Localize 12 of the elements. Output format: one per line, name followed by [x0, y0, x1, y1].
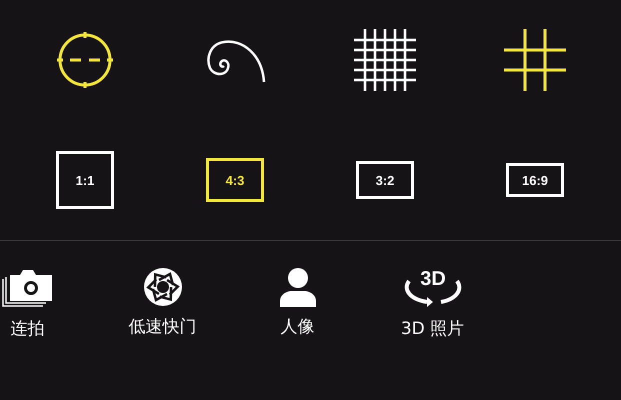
aspect-ratio-button[interactable]: 4:3	[206, 158, 264, 202]
level-icon[interactable]	[55, 30, 115, 90]
camera-mode-button[interactable]: 低速快门	[95, 267, 230, 340]
person-icon	[280, 267, 316, 307]
camera-mode-button[interactable]: 连拍	[0, 267, 95, 340]
aspect-ratio-button[interactable]: 1:1	[56, 151, 114, 209]
aspect-ratio-button[interactable]: 16:9	[506, 163, 564, 197]
aspect-ratio-button[interactable]: 3:2	[356, 161, 414, 199]
camera-mode-button[interactable]: 3D 3D 照片	[365, 267, 500, 340]
grid-icon[interactable]	[504, 29, 566, 91]
aperture-icon	[142, 267, 182, 307]
camera-mode-button[interactable]: 人像	[230, 267, 365, 340]
